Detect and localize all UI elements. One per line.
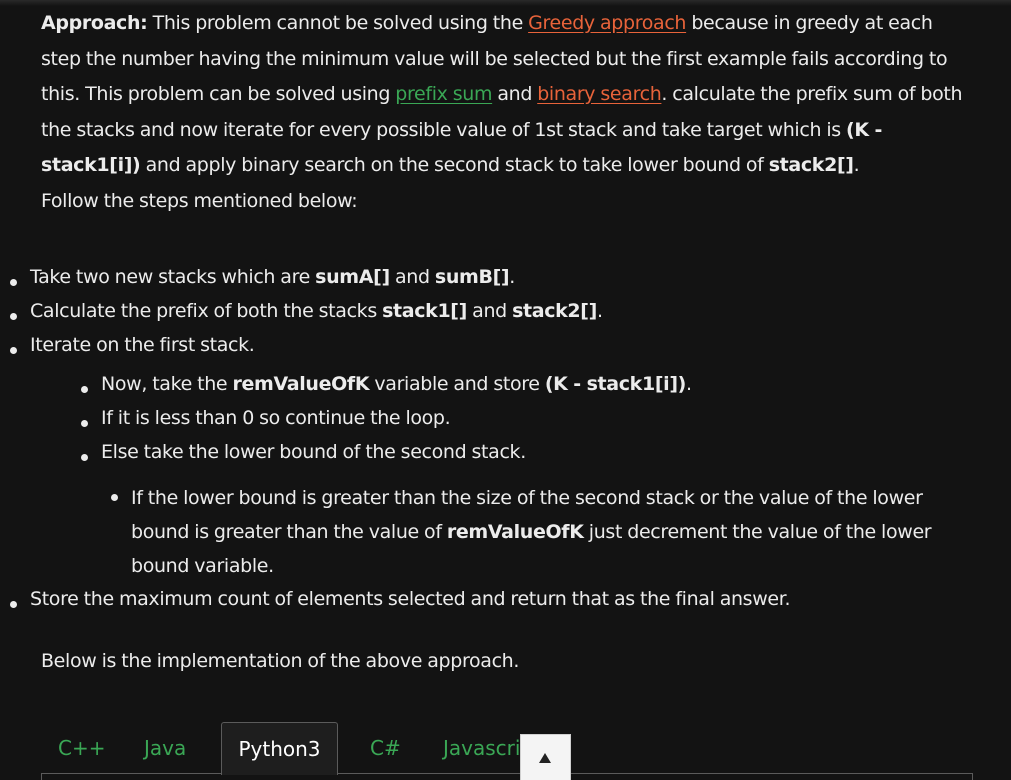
code-panel-border bbox=[41, 773, 973, 780]
stack2-name: stack2[] bbox=[768, 154, 854, 176]
greedy-approach-link[interactable]: Greedy approach bbox=[528, 12, 686, 34]
bullet-icon bbox=[81, 454, 88, 461]
approach-text-1: This problem cannot be solved using the bbox=[147, 12, 529, 34]
bullet-icon bbox=[10, 279, 17, 286]
up-arrow-icon bbox=[539, 753, 551, 763]
language-tabs: C++ Java Python3 C# Javascript bbox=[41, 722, 973, 780]
step-code: stack1[] bbox=[382, 300, 467, 322]
step-text: Store the maximum count of elements sele… bbox=[30, 588, 791, 610]
list-item: If the lower bound is greater than the s… bbox=[111, 481, 961, 583]
list-item: Else take the lower bound of the second … bbox=[81, 441, 526, 463]
implementation-intro: Below is the implementation of the above… bbox=[41, 650, 520, 672]
bullet-icon bbox=[10, 601, 17, 608]
step-code: remValueOfK bbox=[232, 373, 370, 395]
step-text: Calculate the prefix of both the stacks bbox=[30, 300, 383, 322]
step-code: stack2[] bbox=[512, 300, 597, 322]
bullet-icon bbox=[111, 494, 118, 501]
follow-steps-text: Follow the steps mentioned below: bbox=[41, 189, 358, 212]
tab-python3[interactable]: Python3 bbox=[221, 722, 338, 775]
prefix-sum-link[interactable]: prefix sum bbox=[395, 83, 492, 105]
step-text: . bbox=[596, 300, 603, 322]
step-text: Iterate on the first stack. bbox=[30, 334, 255, 356]
list-item: Now, take the remValueOfK variable and s… bbox=[81, 373, 692, 395]
step-code: sumA[] bbox=[315, 266, 390, 288]
step-code: remValueOfK bbox=[446, 521, 584, 543]
step-code: (K - stack1[i]) bbox=[544, 373, 687, 395]
approach-text-5: and apply binary search on the second st… bbox=[140, 154, 769, 176]
step-text: Else take the lower bound of the second … bbox=[101, 441, 526, 463]
article-content: Approach: This problem cannot be solved … bbox=[41, 6, 971, 219]
scroll-to-top-button[interactable] bbox=[520, 734, 571, 780]
step-text: . bbox=[509, 266, 515, 288]
step-text: variable and store bbox=[369, 373, 545, 395]
approach-text-6: . bbox=[853, 154, 860, 176]
binary-search-link[interactable]: binary search bbox=[537, 83, 662, 105]
step-text: Take two new stacks which are bbox=[30, 266, 316, 288]
step-text: . bbox=[686, 373, 692, 395]
bullet-icon bbox=[10, 347, 17, 354]
step-code: sumB[] bbox=[434, 266, 510, 288]
step-text: If it is less than 0 so continue the loo… bbox=[101, 407, 451, 429]
list-item: Calculate the prefix of both the stacks … bbox=[10, 300, 603, 322]
bullet-icon bbox=[10, 313, 17, 320]
tab-csharp[interactable]: C# bbox=[370, 722, 401, 774]
bullet-icon bbox=[81, 386, 88, 393]
approach-text-3: and bbox=[492, 83, 538, 105]
tab-cpp[interactable]: C++ bbox=[58, 722, 105, 774]
list-item: Store the maximum count of elements sele… bbox=[10, 588, 791, 610]
approach-label: Approach: bbox=[41, 12, 148, 34]
tab-java[interactable]: Java bbox=[144, 722, 186, 774]
list-item: Iterate on the first stack. bbox=[10, 334, 255, 356]
list-item: Take two new stacks which are sumA[] and… bbox=[10, 266, 515, 288]
step-text: Now, take the bbox=[101, 373, 233, 395]
step-text: and bbox=[466, 300, 513, 322]
list-item: If it is less than 0 so continue the loo… bbox=[81, 407, 451, 429]
step-text: and bbox=[389, 266, 435, 288]
bullet-icon bbox=[81, 420, 88, 427]
approach-paragraph: Approach: This problem cannot be solved … bbox=[41, 6, 971, 184]
